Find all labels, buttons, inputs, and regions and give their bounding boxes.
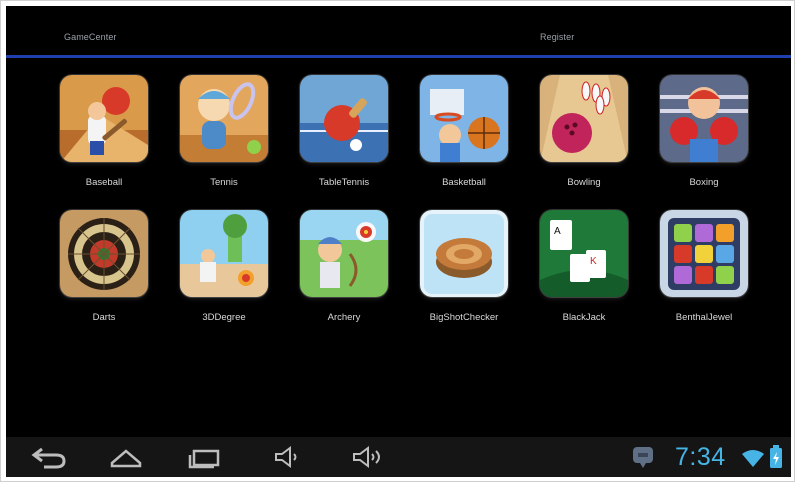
volume-up-icon <box>353 446 380 468</box>
game-label: Tennis <box>210 177 238 188</box>
tennis-icon[interactable] <box>180 75 268 162</box>
game-label: Bowling <box>567 177 601 188</box>
volume-up-button[interactable] <box>344 443 388 471</box>
checker-icon[interactable] <box>420 210 508 297</box>
blackjack-icon[interactable]: A K <box>540 210 628 297</box>
home-button[interactable] <box>104 443 148 471</box>
game-tile-benthaljewel[interactable]: BenthalJewel <box>649 193 759 323</box>
jewel-icon[interactable] <box>660 210 748 297</box>
basketball-icon[interactable] <box>420 75 508 162</box>
recent-apps-icon <box>188 449 220 469</box>
game-label: Basketball <box>442 177 486 188</box>
game-tile-basketball[interactable]: Basketball <box>409 58 519 188</box>
notification-icon[interactable] <box>630 445 656 474</box>
bowling-icon[interactable] <box>540 75 628 162</box>
game-tile-baseball[interactable]: Baseball <box>49 58 159 188</box>
game-label: Archery <box>327 312 361 323</box>
volume-down-button[interactable] <box>264 443 308 471</box>
game-tile-tabletennis[interactable]: TableTennis <box>289 58 399 188</box>
game-grid: Baseball Tennis TableTennis Basketball B… <box>6 58 791 438</box>
game-tile-tennis[interactable]: Tennis <box>169 58 279 188</box>
game-label: 3DDegree <box>202 312 246 323</box>
back-button[interactable] <box>26 443 70 471</box>
table-tennis-icon[interactable] <box>300 75 388 162</box>
home-icon <box>110 449 142 468</box>
navigation-bar: 7:34 <box>6 437 791 477</box>
volume-down-icon <box>275 446 297 468</box>
game-label: BigShotChecker <box>429 312 499 323</box>
game-label: Boxing <box>689 177 719 188</box>
svg-text:K: K <box>590 256 597 267</box>
darts-icon[interactable] <box>60 210 148 297</box>
game-label: Baseball <box>85 177 123 188</box>
header-bar: GameCenter Register <box>6 6 791 58</box>
game-tile-blackjack[interactable]: A K BlackJack <box>529 193 639 323</box>
game-tile-bowling[interactable]: Bowling <box>529 58 639 188</box>
game-label: BenthalJewel <box>675 312 733 323</box>
game-tile-3ddegree[interactable]: 3DDegree <box>169 193 279 323</box>
recent-apps-button[interactable] <box>182 443 226 471</box>
back-icon <box>31 447 66 469</box>
3ddegree-icon[interactable] <box>180 210 268 297</box>
game-tile-bigshotchecker[interactable]: BigShotChecker <box>409 193 519 323</box>
game-tile-archery[interactable]: Archery <box>289 193 399 323</box>
tab-gamecenter[interactable]: GameCenter <box>64 32 117 42</box>
screen: GameCenter Register Baseball Tennis Tabl… <box>6 6 791 477</box>
game-label: Darts <box>92 312 116 323</box>
battery-icon <box>769 445 783 474</box>
game-tile-darts[interactable]: Darts <box>49 193 159 323</box>
game-label: BlackJack <box>562 312 606 323</box>
baseball-icon[interactable] <box>60 75 148 162</box>
status-clock: 7:34 <box>675 443 726 471</box>
tab-register[interactable]: Register <box>540 32 574 42</box>
archery-icon[interactable] <box>300 210 388 297</box>
svg-text:A: A <box>554 226 561 237</box>
game-tile-boxing[interactable]: Boxing <box>649 58 759 188</box>
device-frame: GameCenter Register Baseball Tennis Tabl… <box>0 0 795 482</box>
boxing-icon[interactable] <box>660 75 748 162</box>
wifi-icon <box>740 448 766 473</box>
game-label: TableTennis <box>318 177 370 188</box>
